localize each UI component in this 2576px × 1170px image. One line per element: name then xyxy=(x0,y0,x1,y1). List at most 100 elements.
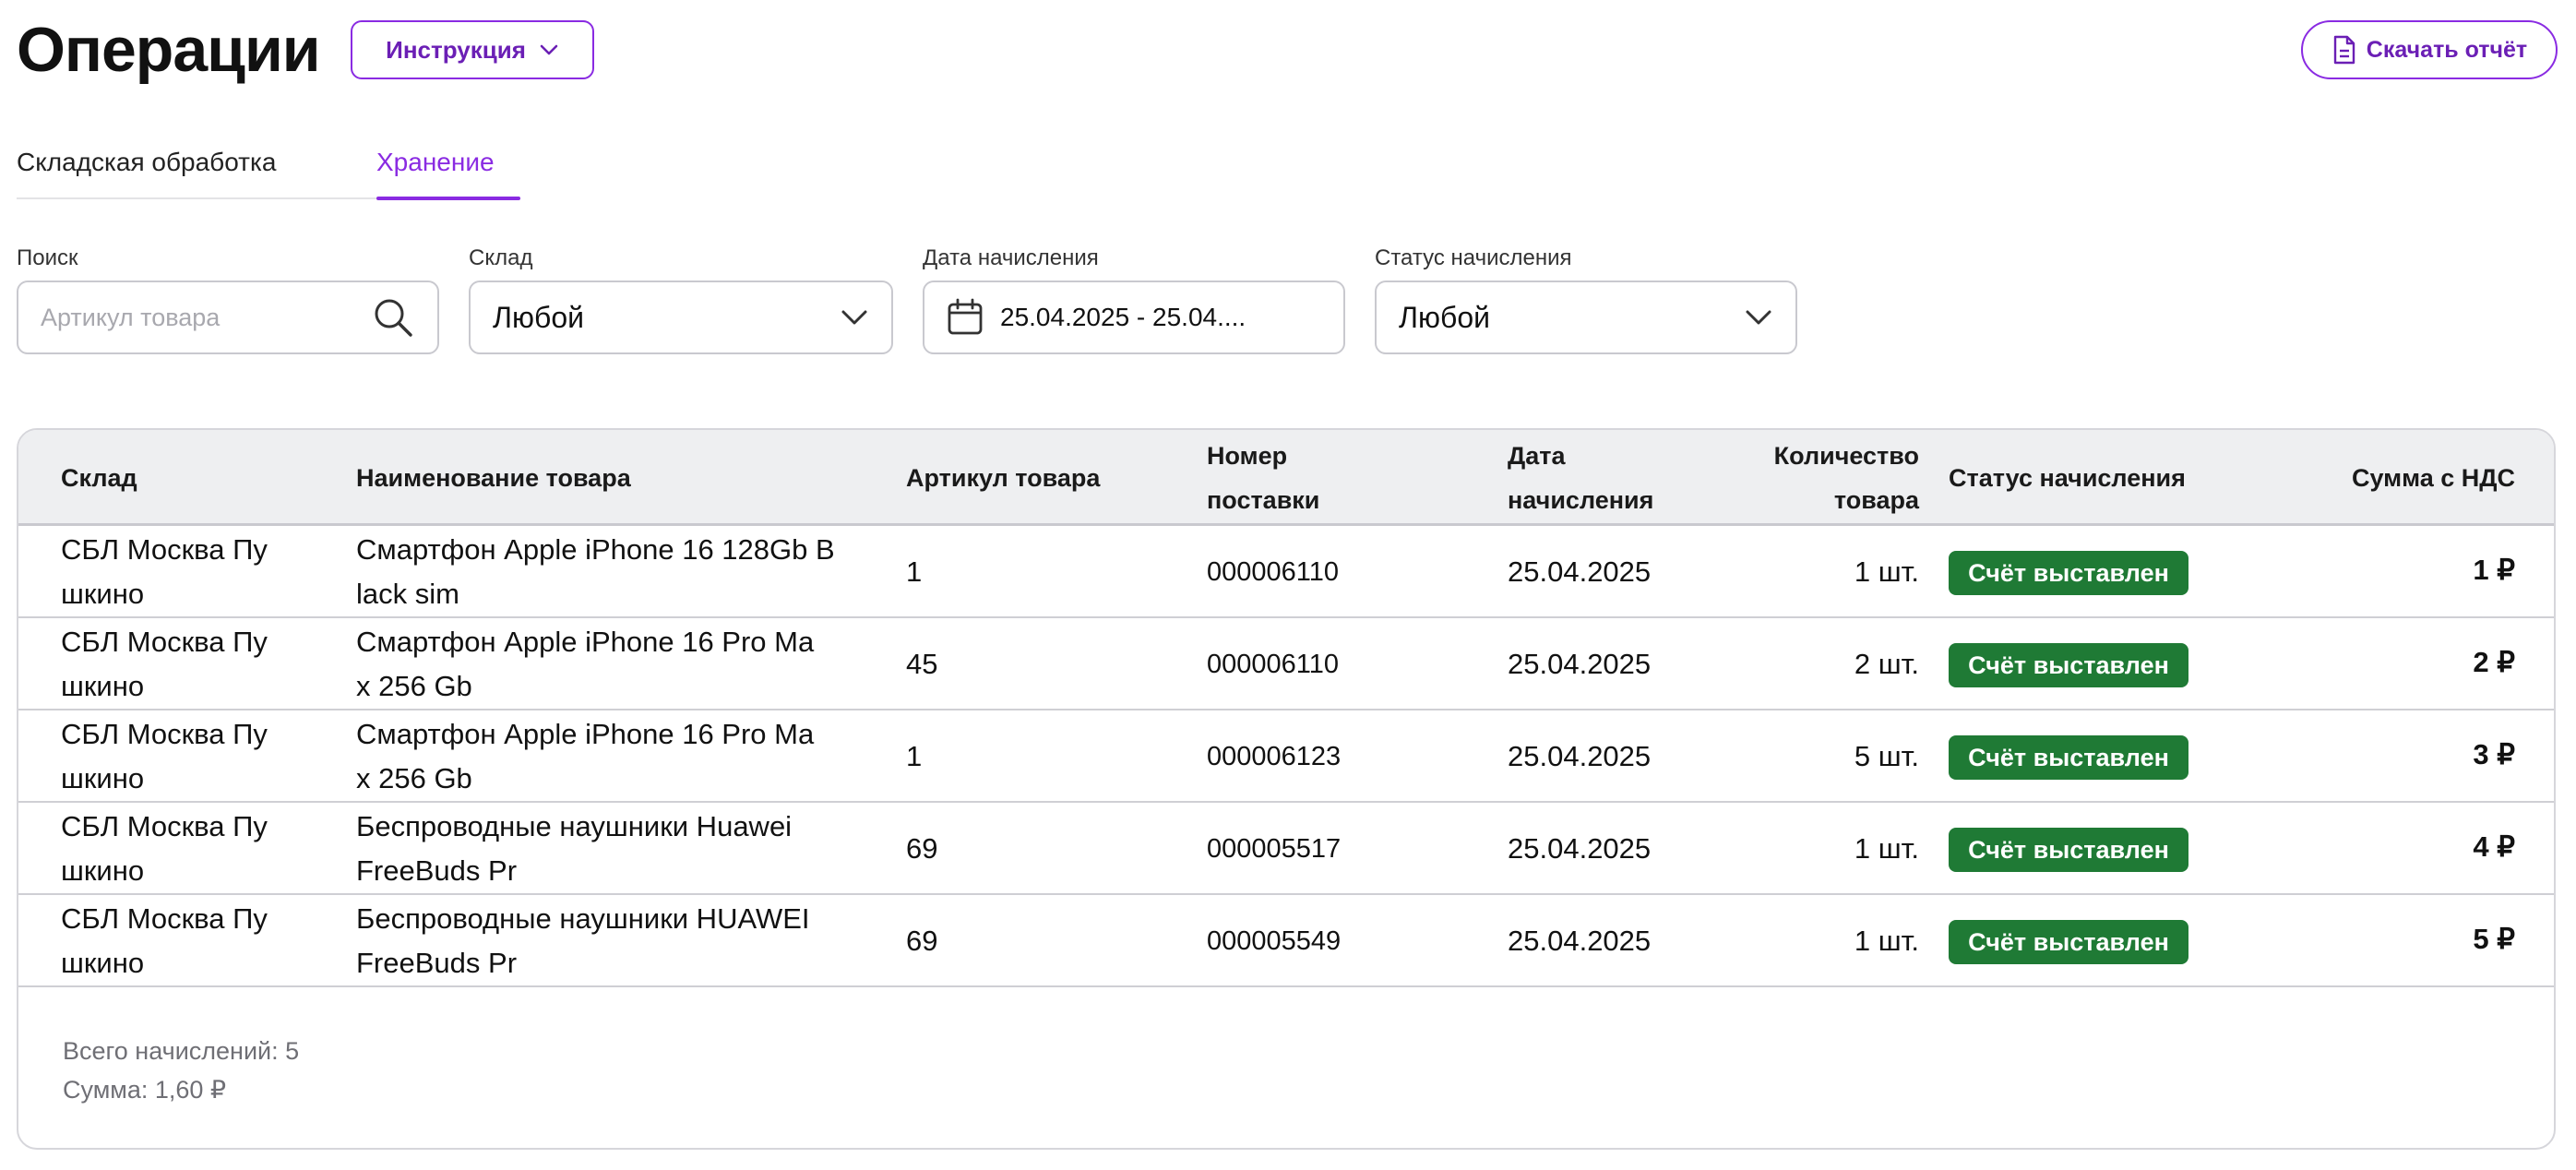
product-name-cell: Беспроводные наушники HUAWEI FreeBuds Pr xyxy=(356,897,810,985)
tab-storage[interactable]: Хранение xyxy=(376,148,495,177)
product-line2: x 256 Gb xyxy=(356,670,472,702)
table-row[interactable]: СБЛ Москва Пу шкино Смартфон Apple iPhone … xyxy=(18,618,2554,710)
search-icon[interactable] xyxy=(371,295,415,340)
total-accruals: Всего начислений: 5 xyxy=(63,1037,300,1065)
status-badge: Счёт выставлен xyxy=(1949,643,2188,687)
warehouse-line1: СБЛ Москва Пу xyxy=(61,533,268,566)
date-range-value: 25.04.2025 - 25.04.... xyxy=(1000,303,1246,331)
quantity-cell: 2 шт. xyxy=(1854,648,1919,680)
quantity-cell: 1 шт. xyxy=(1854,925,1919,957)
status-badge: Счёт выставлен xyxy=(1949,735,2188,780)
col-date-line1: Дата xyxy=(1508,442,1566,470)
product-line2: x 256 Gb xyxy=(356,762,472,794)
warehouse-cell: СБЛ Москва Пу шкино xyxy=(61,620,268,709)
col-warehouse: Склад xyxy=(61,464,137,492)
sum-cell: 3 ₽ xyxy=(2473,738,2515,770)
accrual-status-label: Статус начисления xyxy=(1375,245,1572,270)
table-row[interactable]: СБЛ Москва Пу шкино Смартфон Apple iPhone … xyxy=(18,710,2554,803)
status-badge: Счёт выставлен xyxy=(1949,551,2188,595)
warehouse-value: Любой xyxy=(493,300,584,334)
supply-number-cell: 000005517 xyxy=(1207,834,1342,864)
search-label: Поиск xyxy=(17,245,78,270)
warehouse-line1: СБЛ Москва Пу xyxy=(61,810,268,842)
status-value: Любой xyxy=(1399,300,1490,334)
warehouse-line2: шкино xyxy=(61,670,145,702)
tab-warehouse-processing[interactable]: Складская обработка xyxy=(17,148,276,177)
warehouse-line2: шкино xyxy=(61,854,145,887)
date-range-picker[interactable]: 25.04.2025 - 25.04.... xyxy=(923,281,1345,354)
sum-cell: 4 ₽ xyxy=(2473,830,2515,863)
product-line1: Смартфон Apple iPhone 16 128Gb B xyxy=(356,533,835,566)
supply-number-cell: 000006123 xyxy=(1207,742,1342,771)
active-tab-indicator xyxy=(376,197,520,200)
col-quantity: Количество товара xyxy=(1735,434,1919,522)
col-accrual-date: Дата начисления xyxy=(1508,434,1653,522)
warehouse-label: Склад xyxy=(469,245,533,270)
sku-cell: 69 xyxy=(906,925,938,957)
col-date-line2: начисления xyxy=(1508,486,1654,514)
supply-number-cell: 000006110 xyxy=(1207,557,1340,587)
product-line2: lack sim xyxy=(356,578,459,610)
product-line2: FreeBuds Pr xyxy=(356,947,518,979)
warehouse-line2: шкино xyxy=(61,762,145,794)
quantity-cell: 1 шт. xyxy=(1854,555,1919,588)
col-supply-number: Номер поставки xyxy=(1207,434,1319,522)
warehouse-select[interactable]: Любой xyxy=(469,281,893,354)
status-select[interactable]: Любой xyxy=(1375,281,1797,354)
document-icon xyxy=(2332,35,2357,65)
accrual-date-cell: 25.04.2025 xyxy=(1508,832,1652,865)
accrual-date-cell: 25.04.2025 xyxy=(1508,925,1652,957)
supply-number-cell: 000005549 xyxy=(1207,926,1342,956)
accrual-date-cell: 25.04.2025 xyxy=(1508,740,1652,772)
accrual-date-cell: 25.04.2025 xyxy=(1508,555,1652,588)
sum-cell: 5 ₽ xyxy=(2473,923,2515,955)
warehouse-line1: СБЛ Москва Пу xyxy=(61,718,268,750)
warehouse-cell: СБЛ Москва Пу шкино xyxy=(61,897,268,985)
product-line2: FreeBuds Pr xyxy=(356,854,518,887)
accrual-date-label: Дата начисления xyxy=(923,245,1099,270)
operations-table: Склад Наименование товара Артикул товара… xyxy=(17,428,2556,1150)
download-report-button[interactable]: Скачать отчёт xyxy=(2301,20,2558,79)
chevron-down-icon xyxy=(1744,308,1773,327)
col-supply-line1: Номер xyxy=(1207,442,1288,470)
warehouse-line1: СБЛ Москва Пу xyxy=(61,902,268,935)
chevron-down-icon xyxy=(539,43,559,56)
instruction-dropdown-button[interactable]: Инструкция xyxy=(351,20,594,79)
col-sum-vat: Сумма с НДС xyxy=(2351,464,2515,492)
status-badge: Счёт выставлен xyxy=(1949,920,2188,964)
tabs: Складская обработка Хранение xyxy=(17,140,520,200)
warehouse-cell: СБЛ Москва Пу шкино xyxy=(61,712,268,801)
instruction-label: Инструкция xyxy=(386,35,526,64)
product-line1: Смартфон Apple iPhone 16 Pro Ma xyxy=(356,626,815,658)
supply-number-cell: 000006110 xyxy=(1207,650,1340,679)
table-row[interactable]: СБЛ Москва Пу шкино Беспроводные наушники … xyxy=(18,895,2554,987)
operations-page: Операции Инструкция Скачать отчёт Складс… xyxy=(0,0,2576,1170)
quantity-cell: 5 шт. xyxy=(1854,740,1919,772)
table-header: Склад Наименование товара Артикул товара… xyxy=(18,430,2554,526)
sku-cell: 69 xyxy=(906,832,938,865)
product-line1: Беспроводные наушники HUAWEI xyxy=(356,902,810,935)
warehouse-cell: СБЛ Москва Пу шкино xyxy=(61,528,268,616)
search-input[interactable] xyxy=(41,303,345,332)
col-accrual-status: Статус начисления xyxy=(1949,464,2186,492)
sku-cell: 1 xyxy=(906,740,923,772)
warehouse-line2: шкино xyxy=(61,947,145,979)
total-sum: Сумма: 1,60 ₽ xyxy=(63,1076,227,1104)
search-field xyxy=(17,281,439,354)
sku-cell: 45 xyxy=(906,648,938,680)
table-row[interactable]: СБЛ Москва Пу шкино Смартфон Apple iPhone … xyxy=(18,526,2554,618)
product-line1: Беспроводные наушники Huawei xyxy=(356,810,793,842)
warehouse-cell: СБЛ Москва Пу шкино xyxy=(61,805,268,893)
product-name-cell: Смартфон Apple iPhone 16 Pro Ma x 256 Gb xyxy=(356,712,814,801)
chevron-down-icon xyxy=(840,308,869,327)
download-report-label: Скачать отчёт xyxy=(2366,36,2528,63)
sum-cell: 2 ₽ xyxy=(2473,646,2515,678)
sum-cell: 1 ₽ xyxy=(2473,554,2515,586)
col-product-name: Наименование товара xyxy=(356,464,631,492)
col-qty-line1: Количество xyxy=(1773,442,1919,470)
product-name-cell: Смартфон Apple iPhone 16 128Gb B lack sim xyxy=(356,528,835,616)
table-row[interactable]: СБЛ Москва Пу шкино Беспроводные наушники … xyxy=(18,803,2554,895)
product-name-cell: Смартфон Apple iPhone 16 Pro Ma x 256 Gb xyxy=(356,620,814,709)
status-badge: Счёт выставлен xyxy=(1949,828,2188,872)
accrual-date-cell: 25.04.2025 xyxy=(1508,648,1652,680)
